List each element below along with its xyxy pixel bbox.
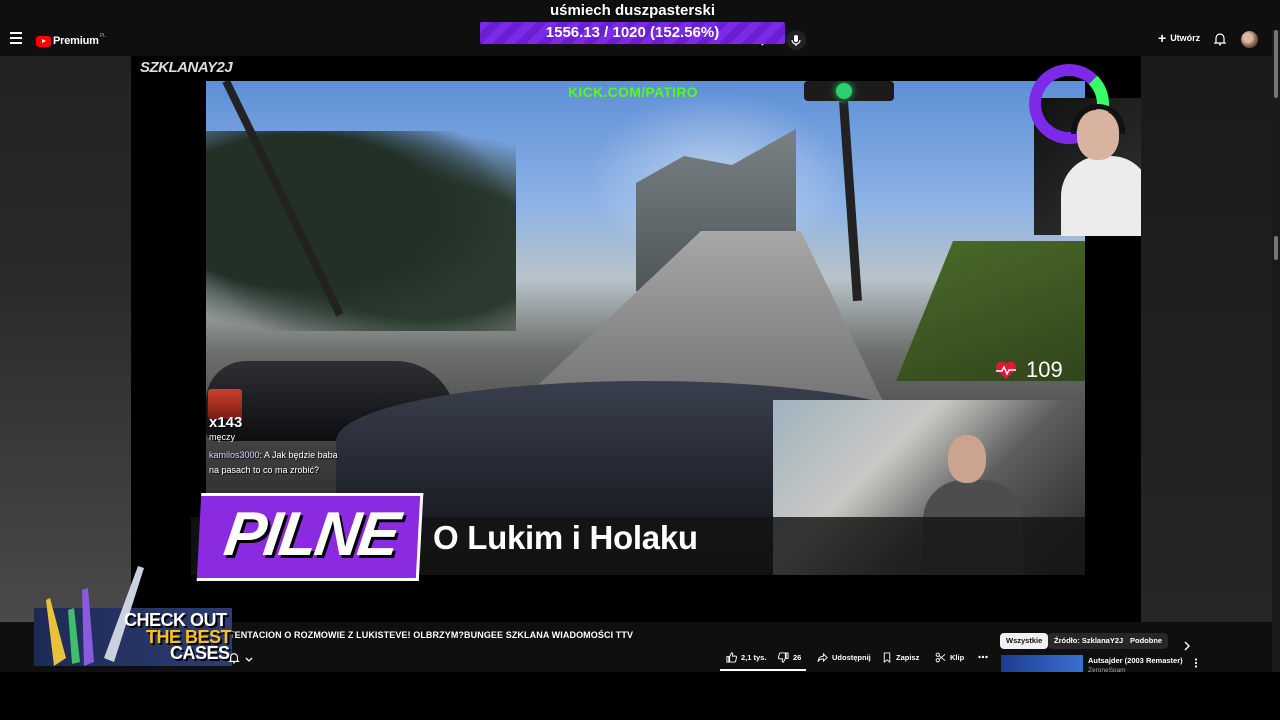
chat-multiplier: x143 (209, 414, 243, 431)
ad-line-3: CASES (170, 643, 230, 663)
video-title: TENTACION O ROZMOWIE Z LUKISTEVE! OLBRZY… (229, 630, 634, 640)
footer-area (0, 672, 1280, 720)
channel-watermark: SZKLANAY2J (140, 59, 233, 76)
save-label: Zapisz (896, 652, 920, 662)
driver-head (948, 435, 986, 483)
chip-all[interactable]: Wszystkie (1000, 633, 1049, 649)
streamer-body (1061, 156, 1141, 236)
clip-label: Klip (950, 652, 965, 662)
ambient-right (1141, 56, 1272, 622)
recommendation-thumbnail[interactable] (1001, 655, 1083, 672)
chevron-down-icon[interactable] (244, 652, 254, 662)
video-player[interactable]: SZKLANAY2J KICK.COM/PATIRO 109 x143 męcz… (131, 56, 1141, 622)
account-avatar[interactable] (1241, 31, 1258, 48)
plus-icon: + (1158, 30, 1167, 46)
like-count: 2,1 tys. (741, 652, 767, 662)
chat-username: kamilos3000 (209, 450, 260, 460)
logo-region: PL (99, 33, 106, 39)
scrollbar-thumb[interactable] (1274, 30, 1278, 98)
banner-tag-text: PILNE (220, 500, 403, 569)
more-actions-button[interactable] (977, 647, 993, 667)
youtube-logo[interactable]: Premium PL (36, 33, 106, 49)
scrollbar-thumb-secondary[interactable] (1274, 236, 1278, 260)
scrollbar[interactable] (1272, 30, 1280, 672)
heart-rate-value: 109 (1026, 357, 1063, 382)
chip-source[interactable]: Źródło: SzklanaY2J (1048, 633, 1130, 649)
chat-message: kamilos3000: A Jak będzie baba na pasach… (209, 448, 344, 478)
notifications-bell-icon[interactable] (1213, 32, 1227, 46)
dislike-count: 26 (793, 652, 802, 662)
recommendation-title[interactable]: Autsajder (2003 Remaster) (1088, 656, 1183, 665)
share-icon (817, 652, 828, 662)
stream-title: uśmiech duszpasterski (549, 2, 716, 19)
subscription-bell-icon[interactable] (228, 651, 240, 664)
donation-goal-bar: 1556.13 / 1020 (152.56%) (480, 22, 785, 44)
chevron-right-icon[interactable] (1182, 639, 1192, 651)
bookmark-icon (883, 651, 891, 663)
ambient-left (0, 56, 131, 622)
chat-subtext: męczy (209, 432, 236, 442)
like-bar (720, 669, 806, 671)
scissors-icon (935, 652, 946, 662)
create-button[interactable]: + Utwórz (1158, 30, 1201, 46)
more-vertical-icon[interactable] (1193, 656, 1199, 668)
share-label: Udostępnij (832, 652, 871, 662)
more-horizontal-icon (978, 655, 988, 659)
dislike-button[interactable]: 26 (778, 647, 801, 667)
heart-rate-monitor: 109 (994, 357, 1063, 383)
clip-button[interactable]: Klip (935, 647, 964, 667)
thumbs-down-icon (778, 651, 789, 663)
logo-text: Premium (53, 35, 99, 47)
thumbs-up-icon (726, 651, 737, 663)
save-button[interactable]: Zapisz (882, 647, 919, 667)
youtube-watch-page: Premium PL + Utwórz uśmiech duszpastersk… (0, 0, 1280, 720)
chip-related[interactable]: Podobne (1124, 633, 1169, 649)
menu-icon[interactable] (10, 32, 26, 46)
youtube-play-icon (36, 35, 51, 47)
ad-overlay[interactable]: CHECK OUT THE BEST CASES (34, 558, 232, 666)
voice-search-button[interactable] (786, 30, 806, 50)
banner-headline: O Lukim i Holaku (433, 519, 698, 556)
traffic-light (804, 81, 894, 101)
trees (206, 131, 516, 331)
heart-icon (996, 361, 1016, 379)
microphone-icon (791, 35, 801, 46)
like-button[interactable]: 2,1 tys. (726, 647, 766, 667)
create-label: Utwórz (1170, 33, 1201, 43)
share-button[interactable]: Udostępnij (817, 647, 871, 667)
kick-url: KICK.COM/PATIRO (568, 84, 698, 100)
